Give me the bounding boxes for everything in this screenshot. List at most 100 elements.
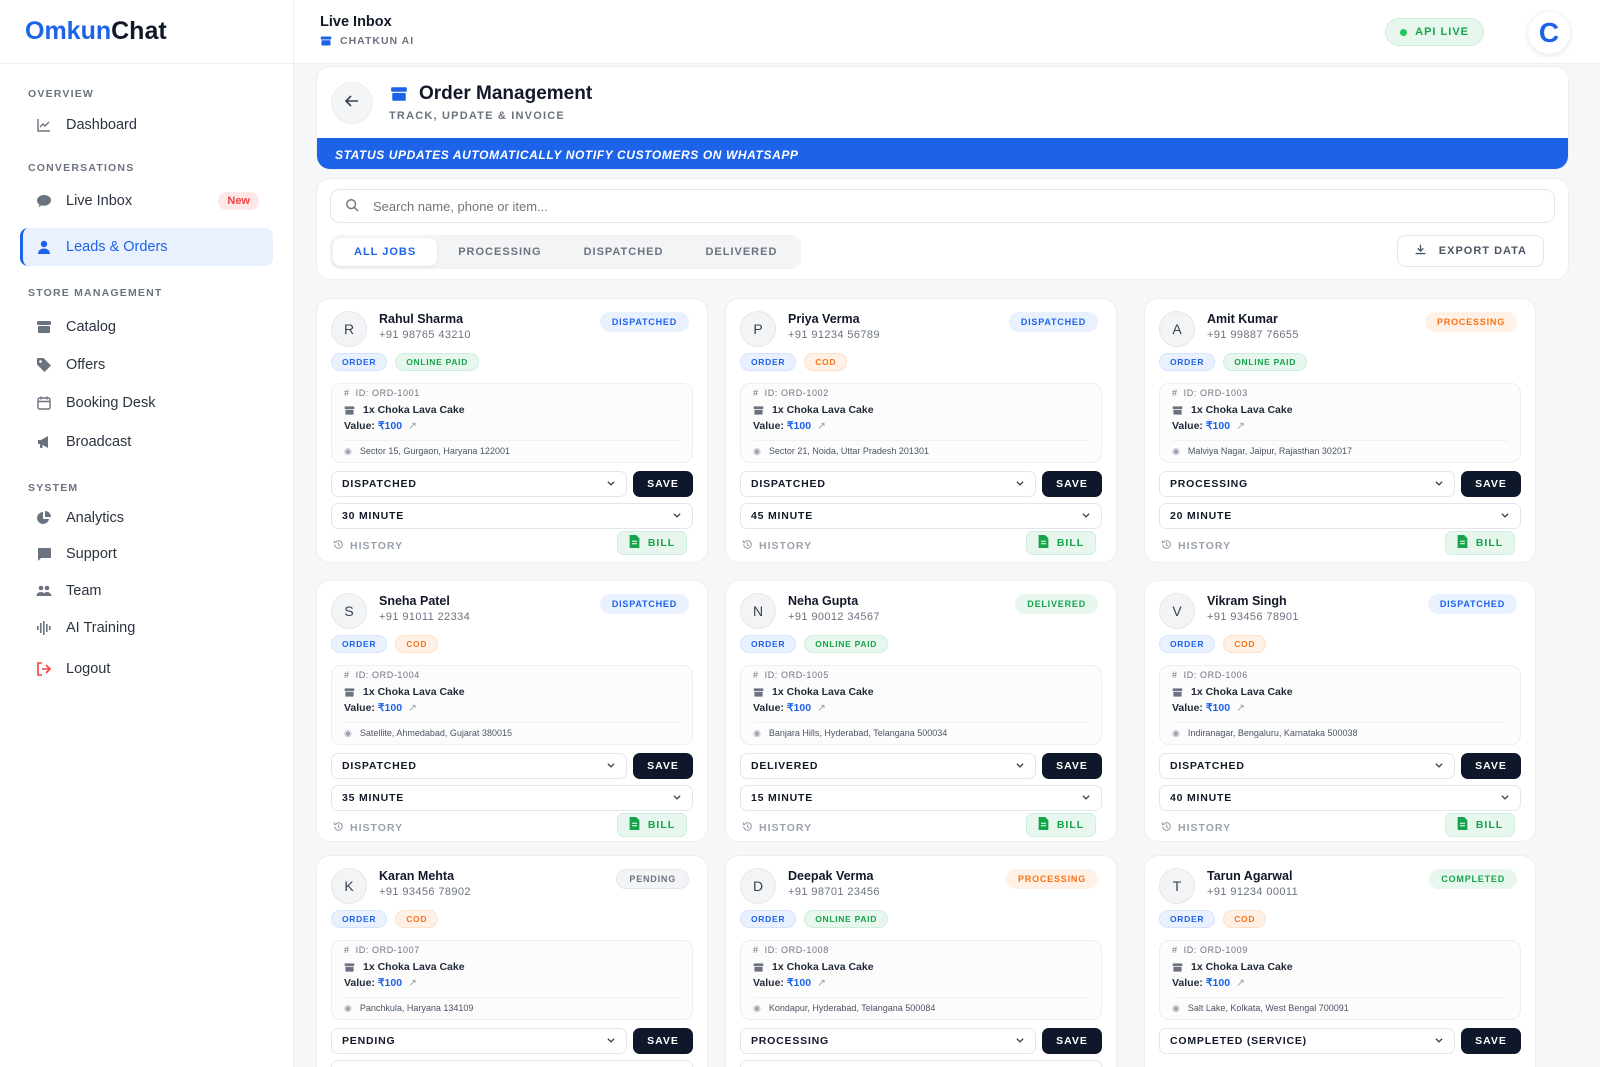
store-icon — [389, 85, 409, 103]
back-button[interactable] — [331, 82, 373, 124]
external-link-icon[interactable]: ↗ — [1236, 420, 1245, 432]
eta-select[interactable]: 20 MINUTE — [1159, 503, 1521, 529]
history-link[interactable]: HISTORY — [742, 821, 812, 835]
order-tags: ORDER COD — [1159, 635, 1267, 653]
status-select[interactable]: PROCESSING — [740, 1028, 1036, 1054]
save-button[interactable]: SAVE — [633, 1028, 693, 1054]
chevron-down-icon — [1434, 1035, 1444, 1048]
history-link[interactable]: HISTORY — [333, 821, 403, 835]
sidebar-item-broadcast[interactable]: Broadcast — [20, 423, 273, 461]
chevron-down-icon — [1434, 760, 1444, 773]
export-data-button[interactable]: EXPORT DATA — [1396, 235, 1544, 267]
map-pin-icon: ◉ — [344, 1003, 352, 1013]
status-select-value: DISPATCHED — [1170, 760, 1245, 772]
sidebar-item-catalog[interactable]: Catalog — [20, 308, 273, 346]
sidebar-item-label: Leads & Orders — [66, 239, 168, 255]
brand-logo[interactable]: Omkun Chat — [0, 0, 293, 64]
status-select[interactable]: PENDING — [331, 1028, 627, 1054]
order-id: # ID: ORD-1002 — [753, 388, 829, 398]
external-link-icon[interactable]: ↗ — [408, 977, 417, 989]
eta-select[interactable]: 15 MINUTE — [740, 785, 1102, 811]
status-badge: DISPATCHED — [599, 594, 689, 614]
search-input[interactable] — [373, 198, 1554, 214]
status-select-value: DISPATCHED — [342, 478, 417, 490]
eta-select[interactable]: 45 MINUTE — [740, 503, 1102, 529]
bill-button[interactable]: BILL — [617, 531, 687, 555]
sidebar-item-booking-desk[interactable]: Booking Desk — [20, 384, 273, 422]
sidebar-item-dashboard[interactable]: Dashboard — [20, 106, 273, 144]
page-title: Order Management — [389, 83, 592, 105]
history-link[interactable]: HISTORY — [1161, 821, 1231, 835]
save-button[interactable]: SAVE — [1042, 753, 1102, 779]
save-button[interactable]: SAVE — [1461, 1028, 1521, 1054]
status-select[interactable]: PROCESSING — [1159, 471, 1455, 497]
status-select[interactable]: DISPATCHED — [1159, 753, 1455, 779]
status-select[interactable]: COMPLETED (SERVICE) — [1159, 1028, 1455, 1054]
sidebar-item-ai-training[interactable]: AI Training — [20, 609, 273, 647]
history-link[interactable]: HISTORY — [1161, 539, 1231, 553]
chevron-down-icon — [1081, 510, 1091, 523]
save-button[interactable]: SAVE — [1461, 471, 1521, 497]
api-status-text: API LIVE — [1415, 26, 1469, 38]
history-label: HISTORY — [350, 822, 404, 834]
save-button[interactable]: SAVE — [633, 471, 693, 497]
external-link-icon[interactable]: ↗ — [817, 977, 826, 989]
status-select[interactable]: DELIVERED — [740, 753, 1036, 779]
value-label: Value: — [753, 420, 784, 432]
external-link-icon[interactable]: ↗ — [817, 420, 826, 432]
brand-name-part2: Chat — [111, 17, 167, 45]
external-link-icon[interactable]: ↗ — [408, 420, 417, 432]
payment-tag: COD — [1223, 910, 1267, 928]
save-button[interactable]: SAVE — [1461, 753, 1521, 779]
customer-name: Karan Mehta — [379, 869, 455, 883]
address-text: Satellite, Ahmedabad, Gujarat 380015 — [359, 728, 512, 738]
external-link-icon[interactable]: ↗ — [408, 702, 417, 714]
bill-button[interactable]: BILL — [1445, 813, 1515, 837]
sidebar-item-team[interactable]: Team — [20, 572, 273, 610]
status-select[interactable]: DISPATCHED — [331, 471, 627, 497]
tab-all-jobs[interactable]: ALL JOBS — [333, 238, 438, 266]
save-button[interactable]: SAVE — [633, 753, 693, 779]
save-button[interactable]: SAVE — [1042, 471, 1102, 497]
tab-processing[interactable]: PROCESSING — [437, 238, 562, 266]
sidebar-item-logout[interactable]: Logout — [20, 650, 273, 688]
bill-button[interactable]: BILL — [1026, 531, 1096, 555]
external-link-icon[interactable]: ↗ — [1236, 977, 1245, 989]
map-pin-icon: ◉ — [753, 446, 761, 456]
bill-button[interactable]: BILL — [1445, 531, 1515, 555]
sidebar-item-leads-orders[interactable]: Leads & Orders — [20, 228, 273, 266]
tab-dispatched[interactable]: DISPATCHED — [563, 238, 685, 266]
eta-select[interactable]: 30 MINUTE — [331, 503, 693, 529]
map-pin-icon: ◉ — [1172, 728, 1180, 738]
sidebar-item-support[interactable]: Support — [20, 535, 273, 573]
order-details: # ID: ORD-1001 1x Choka Lava Cake Value: … — [331, 383, 693, 463]
order-id-text: ID: ORD-1004 — [355, 670, 420, 680]
external-link-icon[interactable]: ↗ — [817, 702, 826, 714]
external-link-icon[interactable]: ↗ — [1236, 702, 1245, 714]
eta-select-value: 40 MINUTE — [1170, 792, 1233, 804]
user-avatar[interactable]: C — [1528, 12, 1570, 54]
sidebar-item-offers[interactable]: Offers — [20, 346, 273, 384]
status-select[interactable]: DISPATCHED — [740, 471, 1036, 497]
chevron-down-icon — [1015, 478, 1025, 491]
store-icon — [1172, 962, 1183, 973]
sidebar-item-live-inbox[interactable]: Live Inbox New — [20, 182, 273, 220]
order-id: # ID: ORD-1005 — [753, 670, 829, 680]
status-select[interactable]: DISPATCHED — [331, 753, 627, 779]
history-icon — [333, 539, 344, 553]
sidebar-item-label: Broadcast — [66, 434, 132, 450]
eta-select[interactable]: 25 MINUTE — [331, 1060, 693, 1067]
history-link[interactable]: HISTORY — [742, 539, 812, 553]
eta-select[interactable]: 35 MINUTE — [331, 785, 693, 811]
save-button[interactable]: SAVE — [1042, 1028, 1102, 1054]
eta-select[interactable]: 40 MINUTE — [1159, 785, 1521, 811]
customer-name: Deepak Verma — [788, 869, 874, 883]
sidebar-item-analytics[interactable]: Analytics — [20, 499, 273, 537]
order-item-text: 1x Choka Lava Cake — [363, 404, 465, 416]
history-link[interactable]: HISTORY — [333, 539, 403, 553]
bill-button[interactable]: BILL — [617, 813, 687, 837]
bill-button[interactable]: BILL — [1026, 813, 1096, 837]
tab-delivered[interactable]: DELIVERED — [684, 238, 798, 266]
eta-select[interactable]: 30 MINUTE — [740, 1060, 1102, 1067]
page-subtitle: TRACK, UPDATE & INVOICE — [389, 110, 565, 122]
